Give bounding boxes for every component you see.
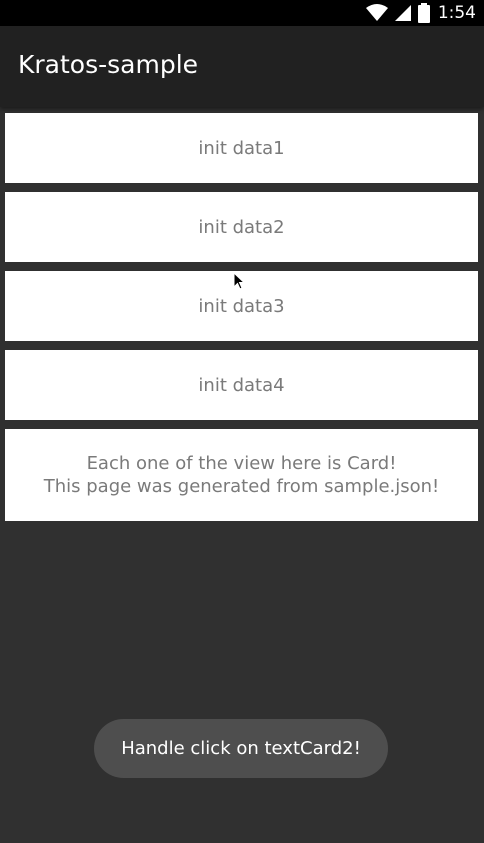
card-list: init data1 init data2 init data3 init da… <box>5 113 478 530</box>
card-label: init data4 <box>198 374 285 396</box>
toast-text: Handle click on textCard2! <box>121 738 361 759</box>
card-label: init data1 <box>198 137 285 159</box>
info-card: Each one of the view here is Card! This … <box>5 429 478 521</box>
info-line-1: Each one of the view here is Card! <box>86 453 397 474</box>
app-bar: Kratos-sample <box>0 26 484 107</box>
mouse-pointer-icon <box>233 272 245 290</box>
toast-message: Handle click on textCard2! <box>94 719 388 778</box>
status-time: 1:54 <box>437 3 476 23</box>
text-card-4[interactable]: init data4 <box>5 350 478 420</box>
status-icons: 1:54 <box>365 0 476 26</box>
status-bar: 1:54 <box>0 0 484 26</box>
app-title: Kratos-sample <box>18 50 199 79</box>
wifi-icon <box>365 4 388 21</box>
card-label: init data3 <box>198 295 285 317</box>
text-card-1[interactable]: init data1 <box>5 113 478 183</box>
battery-icon <box>417 3 430 23</box>
cell-signal-icon <box>394 5 411 21</box>
info-line-2: This page was generated from sample.json… <box>43 476 440 497</box>
card-label: init data2 <box>198 216 285 238</box>
text-card-2[interactable]: init data2 <box>5 192 478 262</box>
screen: 1:54 Kratos-sample init data1 init data2… <box>0 0 484 843</box>
